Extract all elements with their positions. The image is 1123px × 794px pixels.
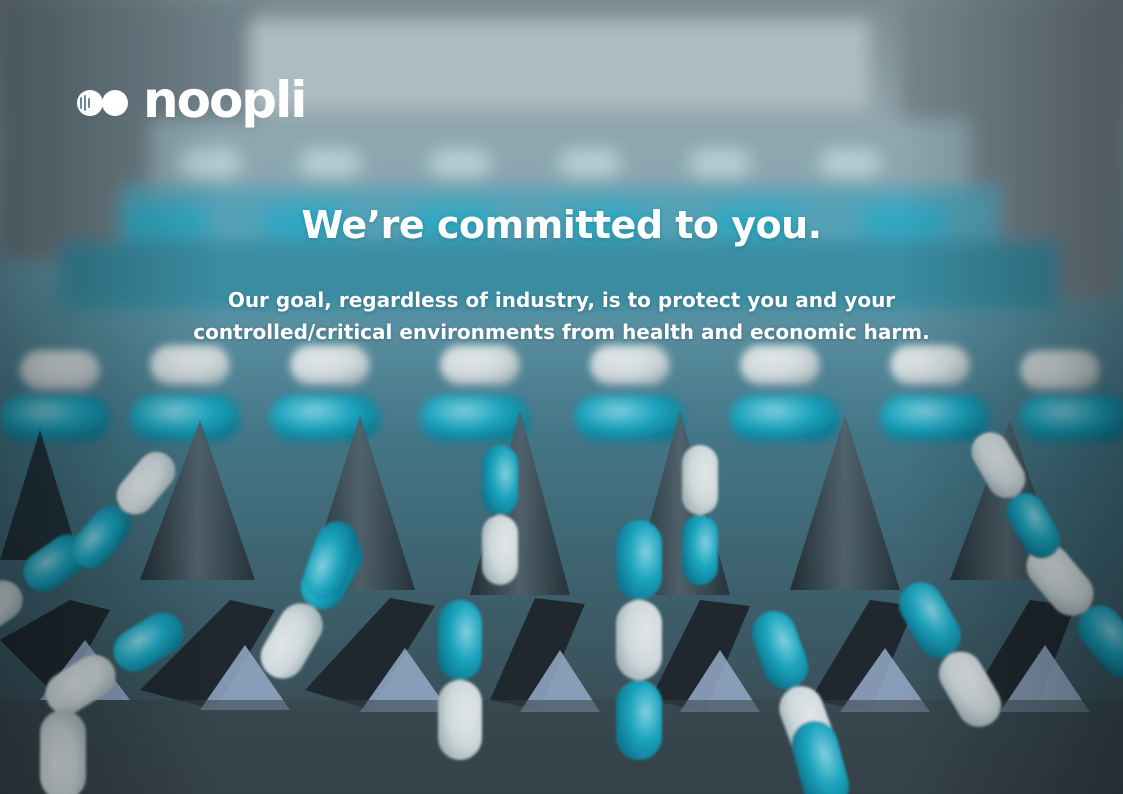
hero-subtext-line-1: Our goal, regardless of industry, is to … xyxy=(227,288,896,312)
brand-wordmark: noopli xyxy=(143,71,307,129)
noopli-logo-mark-icon xyxy=(77,90,128,116)
hero-headline: We’re committed to you. xyxy=(301,203,822,247)
hero-subtext: Our goal, regardless of industry, is to … xyxy=(0,284,1123,348)
brand-logo[interactable]: noopli xyxy=(75,71,307,132)
hero-subtext-line-2: controlled/critical environments from he… xyxy=(193,320,930,344)
